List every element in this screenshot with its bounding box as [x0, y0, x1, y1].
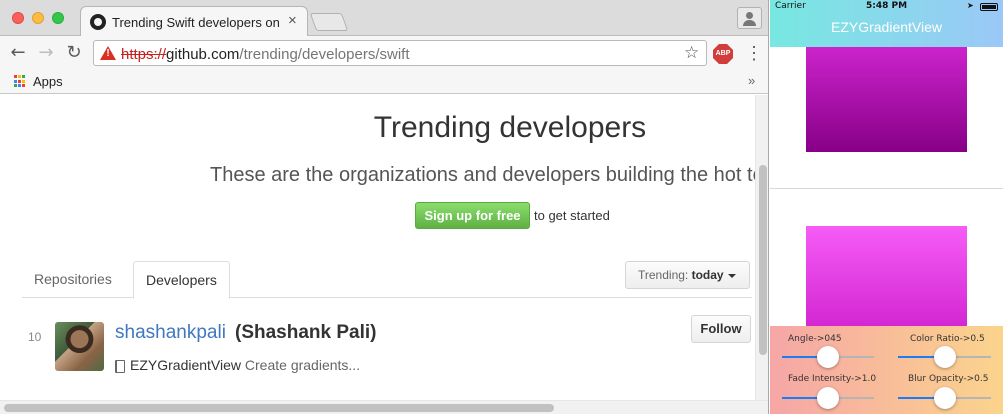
apps-grid-dot	[18, 84, 21, 88]
url-host: github.com	[166, 46, 240, 63]
browser-toolbar: ← → ↻ ! https://github.com/trending/deve…	[0, 36, 768, 70]
developer-list-item: 10 shashankpali (Shashank Pali) EZYGradi…	[22, 311, 752, 381]
gradient-view-2	[806, 226, 967, 326]
screen: Trending Swift developers on GitHub × ← …	[0, 0, 1003, 414]
profile-icon[interactable]	[737, 7, 762, 29]
tab-repositories[interactable]: Repositories	[22, 261, 124, 298]
apps-grid-dot	[22, 79, 25, 83]
warning-mark: !	[106, 48, 110, 59]
chrome-menu-icon[interactable]: ⋮	[745, 42, 763, 64]
new-tab-button[interactable]	[309, 13, 349, 31]
blur-opacity-slider[interactable]	[898, 387, 991, 409]
repo-icon	[115, 360, 125, 373]
zoom-window-button[interactable]	[52, 12, 64, 24]
app-nav-bar: Carrier 5:48 PM ➤ EZYGradientView	[770, 0, 1003, 47]
sign-up-button[interactable]: Sign up for free	[415, 202, 530, 229]
title-bar: Trending Swift developers on GitHub ×	[0, 0, 768, 37]
horizontal-scroll-thumb[interactable]	[4, 404, 554, 412]
slider-thumb[interactable]	[817, 387, 839, 409]
app-title: EZYGradientView	[830, 19, 942, 35]
color-ratio-label: Color Ratio->0.5	[910, 334, 985, 344]
address-bar[interactable]: ! https://github.com/trending/developers…	[93, 40, 707, 66]
bookmarks-overflow-icon[interactable]: »	[748, 73, 755, 88]
battery-icon	[980, 3, 998, 11]
page-title: Trending developers	[373, 111, 647, 144]
apps-grid-dot	[22, 75, 25, 78]
back-icon[interactable]: ←	[8, 43, 28, 63]
slider-thumb[interactable]	[933, 346, 956, 368]
browser-window: Trending Swift developers on GitHub × ← …	[0, 0, 769, 414]
blur-opacity-label: Blur Opacity->0.5	[908, 374, 989, 384]
browser-tab-active[interactable]: Trending Swift developers on GitHub ×	[80, 6, 308, 37]
apps-grid-dot	[14, 75, 17, 78]
trending-period-select[interactable]: Trending: today	[625, 261, 750, 289]
url-text[interactable]: https://github.com/trending/developers/s…	[121, 46, 410, 63]
tab-close-icon[interactable]: ×	[288, 13, 297, 29]
apps-grid-dot	[14, 79, 17, 83]
apps-grid-icon[interactable]	[14, 75, 27, 88]
vertical-scrollbar[interactable]	[755, 95, 768, 414]
horizontal-scrollbar[interactable]	[0, 400, 768, 414]
fade-intensity-slider[interactable]	[782, 387, 874, 409]
github-icon	[90, 14, 106, 30]
vertical-scroll-thumb[interactable]	[759, 165, 767, 355]
minimize-window-button[interactable]	[32, 12, 44, 24]
trending-label: Trending:	[638, 268, 689, 282]
color-ratio-slider[interactable]	[898, 346, 991, 368]
apps-grid-dot	[14, 84, 17, 88]
trending-tabnav: Repositories Developers Trending: today	[22, 261, 752, 299]
angle-slider[interactable]	[782, 346, 874, 368]
repo-name: EZYGradientView	[130, 357, 242, 373]
angle-label: Angle->045	[788, 334, 842, 344]
slider-thumb[interactable]	[933, 387, 956, 409]
url-path: /trending/developers/swift	[239, 46, 410, 63]
close-window-button[interactable]	[12, 12, 24, 24]
bookmark-star-icon[interactable]: ☆	[684, 43, 699, 63]
apps-grid-dot	[18, 75, 21, 78]
developer-full-name: (Shashank Pali)	[235, 322, 377, 343]
tab-title: Trending Swift developers on GitHub	[112, 15, 282, 30]
apps-bookmark[interactable]: Apps	[33, 74, 63, 89]
developer-rank: 10	[28, 330, 42, 344]
chevron-down-icon	[727, 273, 736, 278]
apps-grid-dot	[18, 79, 21, 83]
divider	[770, 188, 1003, 189]
slider-thumb[interactable]	[817, 346, 839, 368]
popular-repo[interactable]: EZYGradientView Create gradients...	[130, 357, 360, 373]
repo-description: Create gradients...	[244, 357, 361, 373]
page-viewport: Trending developers These are the organi…	[0, 95, 769, 414]
url-scheme: https://	[121, 46, 167, 63]
trending-value: today	[691, 268, 724, 282]
slider-controls-panel: Angle->045 Color Ratio->0.5 Fade Intensi…	[770, 326, 1003, 414]
page-subtitle: These are the organizations and develope…	[210, 164, 769, 186]
ios-simulator: Carrier 5:48 PM ➤ EZYGradientView Angle-…	[770, 0, 1003, 414]
reload-icon[interactable]: ↻	[64, 43, 84, 63]
follow-button[interactable]: Follow	[691, 315, 751, 343]
apps-grid-dot	[22, 84, 25, 88]
sign-up-tail-text: to get started	[534, 208, 610, 223]
tab-developers[interactable]: Developers	[133, 261, 230, 299]
status-bar: Carrier 5:48 PM ➤	[770, 0, 1003, 14]
avatar[interactable]	[55, 322, 104, 371]
fade-intensity-label: Fade Intensity->1.0	[788, 374, 877, 384]
forward-icon[interactable]: →	[36, 43, 56, 63]
adblock-plus-icon[interactable]: ABP	[713, 44, 733, 64]
location-icon: ➤	[967, 1, 974, 10]
gradient-view-1	[806, 47, 967, 152]
bookmarks-bar: Apps »	[0, 70, 768, 94]
developer-login-link[interactable]: shashankpali	[115, 322, 226, 344]
